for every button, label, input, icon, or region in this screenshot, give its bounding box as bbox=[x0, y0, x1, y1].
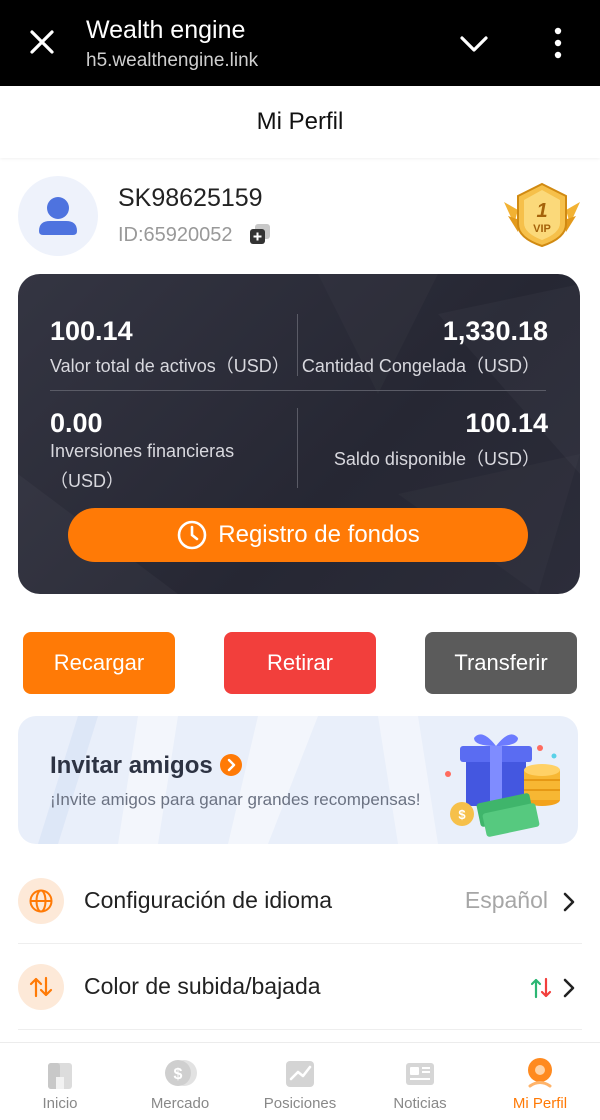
chevron-right-icon bbox=[563, 892, 575, 912]
username: SK98625159 bbox=[118, 184, 263, 212]
home-icon bbox=[48, 1063, 72, 1089]
invite-subtitle: ¡Invite amigos para ganar grandes recomp… bbox=[50, 790, 421, 809]
up-down-color-icon bbox=[530, 977, 552, 999]
profile-icon bbox=[528, 1058, 552, 1088]
browser-url: h5.wealthengine.link bbox=[86, 50, 259, 71]
page-title: Mi Perfil bbox=[0, 86, 600, 158]
user-icon bbox=[39, 197, 77, 235]
vip-level: 1 bbox=[536, 200, 547, 222]
clock-icon bbox=[177, 520, 207, 550]
nav-item-home[interactable]: Inicio bbox=[0, 1043, 120, 1120]
language-setting-row[interactable]: Configuración de idioma Español bbox=[18, 858, 582, 944]
nav-label: Inicio bbox=[42, 1095, 78, 1112]
avatar[interactable] bbox=[18, 176, 98, 256]
investments-unit: （USD） bbox=[50, 471, 125, 491]
user-id: ID:65920052 bbox=[118, 224, 233, 246]
vip-badge-icon: 1 VIP bbox=[504, 182, 580, 248]
divider bbox=[297, 314, 298, 376]
recharge-button[interactable]: Recargar bbox=[23, 632, 175, 694]
nav-item-market[interactable]: $ Mercado bbox=[120, 1043, 240, 1120]
copy-icon[interactable] bbox=[248, 222, 272, 246]
nav-item-profile[interactable]: Mi Perfil bbox=[480, 1043, 600, 1120]
updown-color-label: Color de subida/bajada bbox=[84, 973, 321, 999]
globe-icon bbox=[18, 878, 64, 924]
funds-record-label: Registro de fondos bbox=[218, 521, 420, 548]
dollar-coin-icon: $ bbox=[165, 1060, 197, 1086]
divider bbox=[297, 408, 298, 488]
transfer-button[interactable]: Transferir bbox=[425, 632, 577, 694]
nav-label: Mi Perfil bbox=[512, 1095, 568, 1112]
browser-bar: Wealth engine h5.wealthengine.link bbox=[0, 0, 600, 86]
nav-item-positions[interactable]: Posiciones bbox=[240, 1043, 360, 1120]
nav-item-news[interactable]: Noticias bbox=[360, 1043, 480, 1120]
svg-text:$: $ bbox=[174, 1066, 183, 1083]
svg-text:$: $ bbox=[458, 807, 466, 822]
investments-label: Inversiones financieras bbox=[50, 441, 235, 461]
chart-icon bbox=[286, 1061, 314, 1087]
available-value: 100.14 bbox=[465, 408, 548, 438]
total-assets-label: Valor total de activos（USD） bbox=[50, 356, 290, 376]
available-label: Saldo disponible（USD） bbox=[333, 449, 540, 469]
chevron-down-icon[interactable] bbox=[458, 30, 490, 58]
close-icon[interactable] bbox=[26, 26, 58, 58]
updown-arrows-icon bbox=[18, 964, 64, 1010]
frozen-label: Cantidad Congelada（USD） bbox=[301, 356, 540, 376]
investments-value: 0.00 bbox=[50, 408, 103, 438]
assets-card: 100.14 Valor total de activos（USD） 1,330… bbox=[18, 274, 580, 594]
more-vertical-icon[interactable] bbox=[548, 26, 568, 60]
browser-title: Wealth engine bbox=[86, 16, 246, 44]
frozen-value: 1,330.18 bbox=[442, 316, 548, 346]
language-setting-label: Configuración de idioma bbox=[84, 887, 333, 913]
language-setting-value: Español bbox=[464, 887, 548, 913]
funds-record-button[interactable]: Registro de fondos bbox=[68, 508, 528, 562]
invite-friends-banner[interactable]: Invitar amigos ¡Invite amigos para ganar… bbox=[18, 716, 578, 844]
withdraw-button[interactable]: Retirar bbox=[224, 632, 376, 694]
total-assets-value: 100.14 bbox=[50, 316, 133, 346]
vip-text: VIP bbox=[533, 223, 551, 235]
invite-title: Invitar amigos bbox=[50, 752, 213, 779]
news-icon bbox=[406, 1063, 434, 1085]
nav-label: Noticias bbox=[393, 1095, 447, 1112]
divider bbox=[50, 390, 546, 391]
nav-label: Posiciones bbox=[263, 1095, 337, 1112]
gift-money-icon: $ bbox=[445, 734, 560, 837]
nav-label: Mercado bbox=[150, 1095, 210, 1112]
arrow-right-circle-icon bbox=[220, 754, 242, 776]
updown-color-setting-row[interactable]: Color de subida/bajada bbox=[18, 944, 582, 1030]
chevron-right-icon bbox=[563, 978, 575, 998]
bottom-nav: Inicio $ Mercado Posiciones Noticias Mi … bbox=[0, 1042, 600, 1120]
